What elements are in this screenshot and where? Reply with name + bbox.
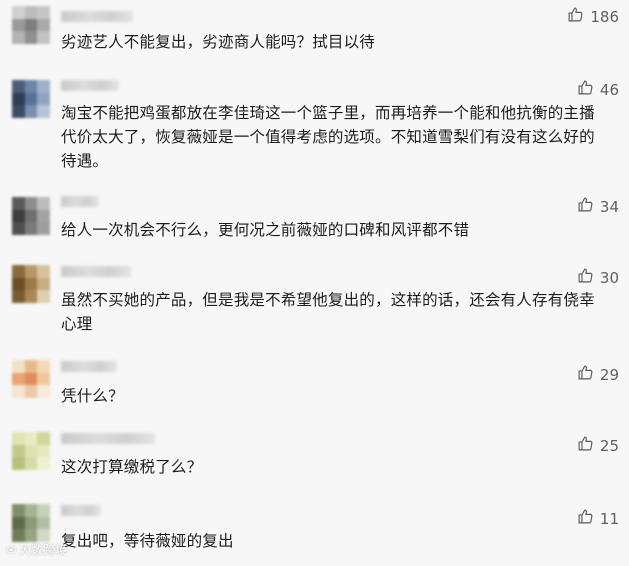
like-button[interactable]: 46 bbox=[577, 79, 619, 100]
avatar[interactable] bbox=[12, 504, 50, 542]
watermark: ✉ 大数跨境 bbox=[6, 541, 67, 558]
avatar[interactable] bbox=[12, 432, 50, 470]
username-blurred[interactable] bbox=[61, 505, 101, 516]
thumbs-up-icon bbox=[577, 435, 594, 456]
avatar[interactable] bbox=[12, 197, 50, 235]
comment-item: 虽然不买她的产品，但是我是不希望他复出的，这样的话，还会有人存有侥幸心理 30 bbox=[0, 262, 629, 342]
username-blurred[interactable] bbox=[61, 433, 155, 444]
username-blurred[interactable] bbox=[61, 80, 119, 91]
avatar[interactable] bbox=[12, 6, 50, 44]
comment-text: 虽然不买她的产品，但是我是不希望他复出的，这样的话，还会有人存有侥幸心理 bbox=[61, 291, 595, 333]
comment-item: 给人一次机会不行么，更何况之前薇娅的口碑和风评都不错 34 bbox=[0, 192, 629, 252]
comment-item: 劣迹艺人不能复出，劣迹商人能吗？拭目以待 186 bbox=[0, 0, 629, 60]
like-button[interactable]: 11 bbox=[577, 508, 619, 529]
like-count: 46 bbox=[599, 80, 619, 99]
comment-text: 给人一次机会不行么，更何况之前薇娅的口碑和风评都不错 bbox=[61, 221, 470, 239]
comment-item: 这次打算缴税了么？ 25 bbox=[0, 428, 629, 488]
comment-text: 复出吧，等待薇娅的复出 bbox=[61, 532, 234, 550]
comment-text: 劣迹艺人不能复出，劣迹商人能吗？拭目以待 bbox=[61, 33, 376, 51]
thumbs-up-icon bbox=[577, 267, 594, 288]
like-count: 11 bbox=[599, 509, 619, 528]
comment-text: 淘宝不能把鸡蛋都放在李佳琦这一个篮子里，而再培养一个能和他抗衡的主播代价太大了，… bbox=[61, 104, 595, 170]
thumbs-up-icon bbox=[577, 79, 594, 100]
like-button[interactable]: 186 bbox=[567, 6, 619, 27]
avatar[interactable] bbox=[12, 360, 50, 398]
watermark-text: 大数跨境 bbox=[19, 543, 68, 557]
username-blurred[interactable] bbox=[61, 196, 99, 207]
thumbs-up-icon bbox=[577, 364, 594, 385]
comment-text: 凭什么？ bbox=[61, 387, 124, 405]
comment-item: 复出吧，等待薇娅的复出 11 bbox=[0, 500, 629, 566]
like-button[interactable]: 30 bbox=[577, 267, 619, 288]
like-count: 25 bbox=[599, 436, 619, 455]
avatar[interactable] bbox=[12, 80, 50, 118]
comment-item: 淘宝不能把鸡蛋都放在李佳琦这一个篮子里，而再培养一个能和他抗衡的主播代价太大了，… bbox=[0, 74, 629, 184]
username-blurred[interactable] bbox=[61, 361, 117, 372]
username-blurred[interactable] bbox=[61, 266, 131, 277]
thumbs-up-icon bbox=[567, 6, 584, 27]
watermark-logo-icon: ✉ bbox=[6, 542, 17, 557]
comment-item: 凭什么？ 29 bbox=[0, 356, 629, 416]
thumbs-up-icon bbox=[577, 196, 594, 217]
thumbs-up-icon bbox=[577, 508, 594, 529]
like-count: 34 bbox=[599, 197, 619, 216]
avatar[interactable] bbox=[12, 265, 50, 303]
username-blurred[interactable] bbox=[61, 11, 133, 22]
like-button[interactable]: 25 bbox=[577, 435, 619, 456]
like-count: 29 bbox=[599, 365, 619, 384]
like-button[interactable]: 29 bbox=[577, 364, 619, 385]
like-button[interactable]: 34 bbox=[577, 196, 619, 217]
like-count: 30 bbox=[599, 268, 619, 287]
comment-text: 这次打算缴税了么？ bbox=[61, 458, 203, 476]
like-count: 186 bbox=[590, 7, 619, 26]
